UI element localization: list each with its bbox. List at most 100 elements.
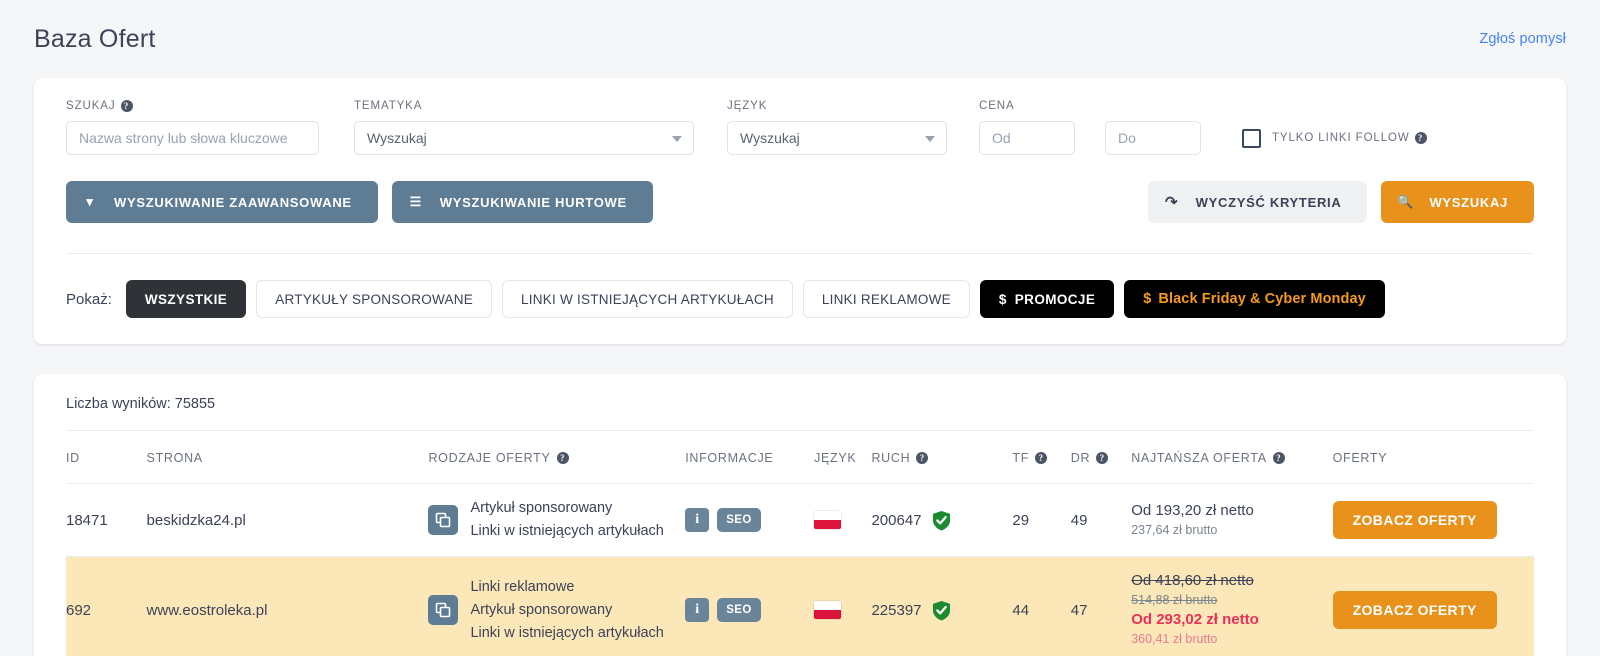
info-icon[interactable]: i bbox=[685, 598, 710, 623]
help-icon[interactable]: ? bbox=[1272, 452, 1285, 464]
clear-criteria-label: WYCZYŚĆ KRYTERIA bbox=[1195, 194, 1342, 210]
filter-panel: SZUKAJ ? TEMATYKA Wyszukaj JĘZYK Wyszuka… bbox=[34, 78, 1566, 344]
seo-badge[interactable]: SEO bbox=[717, 598, 761, 623]
tab-linki-w-istniejacych-artykulach[interactable]: LINKI W ISTNIEJĄCYCH ARTYKUŁACH bbox=[502, 280, 793, 318]
advanced-search-button[interactable]: ▾ WYSZUKIWANIE ZAAWANSOWANE bbox=[66, 181, 378, 223]
follow-only-checkbox[interactable] bbox=[1242, 128, 1261, 148]
col-jezyk: JĘZYK bbox=[814, 431, 872, 484]
col-tf-label: TF bbox=[1012, 451, 1030, 465]
help-icon[interactable]: ? bbox=[1096, 452, 1109, 464]
cell-price: Od 418,60 zł netto 514,88 zł brutto Od 2… bbox=[1131, 556, 1333, 656]
tab-label: LINKI REKLAMOWE bbox=[821, 291, 951, 307]
advanced-search-label: WYSZUKIWANIE ZAAWANSOWANE bbox=[114, 194, 352, 210]
help-icon[interactable]: ? bbox=[916, 452, 929, 464]
flag-red-stripe bbox=[814, 610, 842, 620]
cell-tf: 44 bbox=[1012, 556, 1071, 656]
tab-linki-reklamowe[interactable]: LINKI REKLAMOWE bbox=[802, 280, 970, 318]
help-icon[interactable]: ? bbox=[1414, 132, 1427, 144]
page-title: Baza Ofert bbox=[34, 24, 156, 53]
flag-pl-icon bbox=[814, 601, 842, 620]
tab-label: PROMOCJE bbox=[1014, 291, 1096, 307]
col-ruch-wrap: RUCH ? bbox=[871, 451, 929, 465]
tab-artykuly-sponsorowane[interactable]: ARTYKUŁY SPONSOROWANE bbox=[256, 280, 493, 318]
topic-select-value: Wyszukaj bbox=[367, 130, 427, 146]
tab-label: WSZYSTKIE bbox=[144, 291, 228, 307]
search-button-label: WYSZUKAJ bbox=[1429, 194, 1508, 210]
price-gross: 237,64 zł brutto bbox=[1131, 522, 1218, 537]
list-icon: ☰ bbox=[409, 194, 422, 209]
types-cell: Artykuł sponsorowany Linki w istniejącyc… bbox=[428, 498, 685, 542]
cell-offers: ZOBACZ OFERTY bbox=[1332, 483, 1534, 558]
help-icon[interactable]: ? bbox=[556, 452, 569, 464]
chevron-down-icon bbox=[672, 136, 682, 142]
chevron-down-icon: ▾ bbox=[86, 194, 94, 209]
search-input[interactable] bbox=[66, 121, 319, 155]
traffic-cell: 225397 bbox=[871, 600, 1012, 621]
price-net: Od 193,20 zł netto bbox=[1131, 501, 1254, 519]
price-gross-old: 514,88 zł brutto bbox=[1131, 593, 1218, 608]
bulk-search-button[interactable]: ☰ WYSZUKIWANIE HURTOWE bbox=[391, 181, 653, 223]
flag-white-stripe bbox=[814, 601, 842, 611]
types-cell: Linki reklamowe Artykuł sponsorowany Lin… bbox=[428, 577, 685, 644]
tab-label: LINKI W ISTNIEJĄCYCH ARTYKUŁACH bbox=[521, 291, 774, 307]
follow-only-checkbox-wrap[interactable]: TYLKO LINKI FOLLOW ? bbox=[1242, 121, 1427, 155]
tab-label: ARTYKUŁY SPONSOROWANE bbox=[275, 291, 474, 307]
language-select[interactable]: Wyszukaj bbox=[727, 121, 947, 155]
info-icon[interactable]: i bbox=[685, 508, 710, 533]
filter-group-price: CENA bbox=[979, 100, 1201, 155]
cell-language bbox=[814, 483, 872, 558]
filter-group-search: SZUKAJ ? bbox=[66, 100, 319, 155]
verified-shield-icon bbox=[932, 600, 950, 621]
promo-price-gross: 360,41 zł brutto bbox=[1131, 632, 1218, 647]
verified-shield-icon bbox=[932, 510, 950, 530]
view-offers-button[interactable]: ZOBACZ OFERTY bbox=[1332, 501, 1497, 540]
table-header-row: ID STRONA RODZAJE OFERTY ? INFORMACJE JĘ… bbox=[66, 431, 1534, 484]
search-button[interactable]: 🔍 WYSZUKAJ bbox=[1381, 181, 1534, 223]
topic-select[interactable]: Wyszukaj bbox=[354, 121, 694, 155]
help-icon[interactable]: ? bbox=[1035, 452, 1048, 464]
cell-dr: 49 bbox=[1070, 483, 1132, 558]
col-tf-wrap: TF ? bbox=[1012, 451, 1048, 465]
col-informacje: INFORMACJE bbox=[685, 431, 815, 484]
col-dr-wrap: DR ? bbox=[1071, 451, 1109, 465]
cell-language bbox=[814, 556, 872, 656]
tab-wszystkie[interactable]: WSZYSTKIE bbox=[125, 280, 247, 318]
table-row[interactable]: 692 www.eostroleka.pl Linki reklamowe Ar… bbox=[66, 556, 1534, 656]
report-idea-link[interactable]: Zgłoś pomysł bbox=[1479, 31, 1566, 47]
type-item: Linki w istniejących artykułach bbox=[470, 624, 664, 641]
tab-promocje[interactable]: $ PROMOCJE bbox=[979, 280, 1115, 318]
seo-badge[interactable]: SEO bbox=[717, 508, 761, 533]
cell-dr: 47 bbox=[1070, 556, 1132, 656]
results-table: ID STRONA RODZAJE OFERTY ? INFORMACJE JĘ… bbox=[66, 431, 1534, 656]
col-id: ID bbox=[66, 431, 147, 484]
col-dr: DR ? bbox=[1070, 431, 1132, 484]
table-row[interactable]: 18471 beskidzka24.pl Artykuł sponsorowan… bbox=[66, 483, 1534, 558]
top-bar: Baza Ofert Zgłoś pomysł bbox=[0, 0, 1600, 78]
col-oferty: OFERTY bbox=[1332, 431, 1534, 484]
chevron-down-icon bbox=[925, 136, 935, 142]
cell-types: Artykuł sponsorowany Linki w istniejącyc… bbox=[428, 483, 686, 558]
cell-info: i SEO bbox=[685, 556, 815, 656]
search-label: SZUKAJ ? bbox=[66, 100, 319, 112]
help-icon[interactable]: ? bbox=[120, 100, 133, 112]
view-offers-button[interactable]: ZOBACZ OFERTY bbox=[1332, 591, 1497, 630]
cell-site[interactable]: www.eostroleka.pl bbox=[146, 556, 429, 656]
price-from-input[interactable] bbox=[979, 121, 1075, 155]
clear-criteria-button[interactable]: ↷ WYCZYŚĆ KRYTERIA bbox=[1147, 181, 1368, 223]
price-label: CENA bbox=[979, 100, 1015, 112]
tab-black-friday-cyber-monday[interactable]: $ Black Friday & Cyber Monday bbox=[1124, 280, 1385, 318]
info-badges: i SEO bbox=[685, 598, 814, 623]
copy-icon[interactable] bbox=[428, 505, 459, 536]
cell-offers: ZOBACZ OFERTY bbox=[1332, 556, 1534, 656]
copy-icon[interactable] bbox=[428, 595, 459, 626]
cell-site[interactable]: beskidzka24.pl bbox=[146, 483, 429, 558]
traffic-cell: 200647 bbox=[871, 510, 1012, 531]
show-label: Pokaż: bbox=[66, 290, 112, 308]
type-item: Artykuł sponsorowany bbox=[470, 500, 613, 516]
filter-group-topic: TEMATYKA Wyszukaj bbox=[354, 100, 694, 155]
col-rodzaje-wrap: RODZAJE OFERTY ? bbox=[428, 451, 569, 465]
col-najtansza-label: NAJTAŃSZA OFERTA bbox=[1131, 451, 1267, 465]
cell-info: i SEO bbox=[685, 483, 815, 558]
price-to-input[interactable] bbox=[1105, 121, 1201, 155]
flag-white-stripe bbox=[814, 511, 842, 521]
